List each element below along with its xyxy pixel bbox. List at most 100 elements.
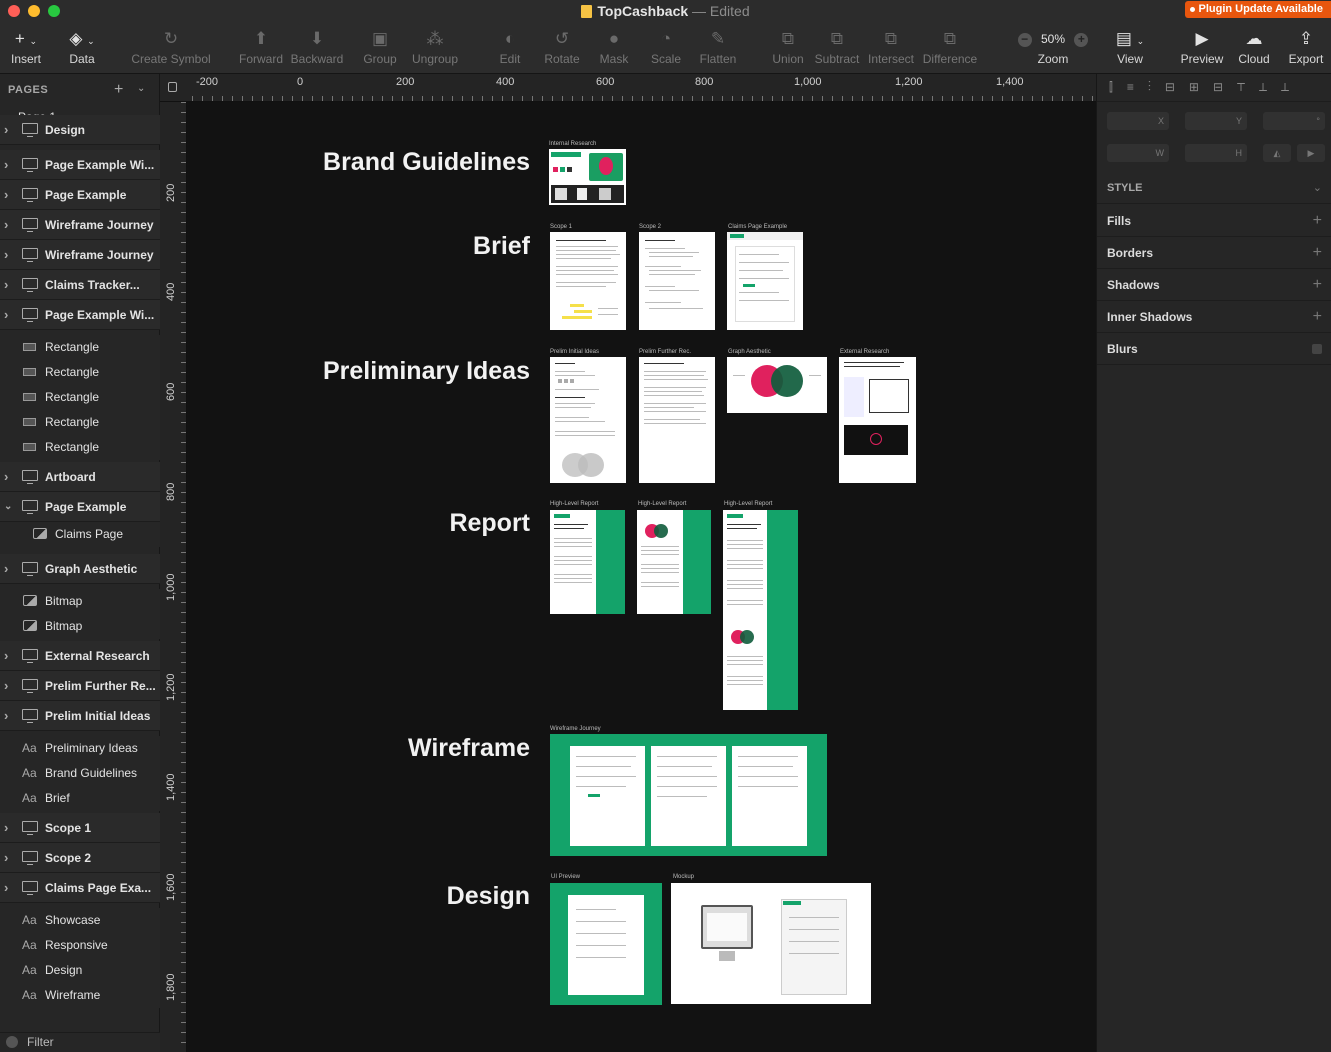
artboard-internal-research[interactable] bbox=[549, 149, 626, 205]
height-field[interactable]: H bbox=[1185, 144, 1247, 162]
lock-icon[interactable] bbox=[168, 82, 177, 92]
export-button[interactable]: ⇪ Export bbox=[1286, 22, 1326, 74]
layer-item[interactable]: Aa Preliminary Ideas bbox=[0, 736, 160, 761]
artboard-label[interactable]: External Research bbox=[840, 349, 889, 355]
layer-item[interactable]: Bitmap bbox=[0, 589, 160, 614]
flip-horizontal-icon[interactable]: ◭ bbox=[1263, 144, 1291, 162]
inner-shadows-row[interactable]: Inner Shadows + bbox=[1097, 301, 1331, 333]
x-field[interactable]: X bbox=[1107, 112, 1169, 130]
layer-item[interactable]: › Page Example Wi... bbox=[0, 300, 160, 330]
chevron-right-icon[interactable]: › bbox=[4, 300, 8, 330]
chevron-right-icon[interactable]: › bbox=[4, 240, 8, 270]
artboard-label[interactable]: High-Level Report bbox=[724, 501, 772, 507]
section-title-brand-guidelines[interactable]: Brand Guidelines bbox=[170, 148, 530, 177]
section-title-report[interactable]: Report bbox=[170, 509, 530, 538]
preview-button[interactable]: ▶ Preview bbox=[1180, 22, 1224, 74]
insert-button[interactable]: + ⌄ Insert bbox=[6, 22, 46, 74]
group-button[interactable]: ▣ Group bbox=[358, 22, 402, 74]
section-title-preliminary-ideas[interactable]: Preliminary Ideas bbox=[170, 357, 530, 386]
layer-item[interactable]: › Claims Tracker... bbox=[0, 270, 160, 300]
difference-button[interactable]: ⧉ Difference bbox=[920, 22, 980, 74]
chevron-right-icon[interactable]: › bbox=[4, 462, 8, 492]
chevron-right-icon[interactable]: › bbox=[4, 270, 8, 300]
chevron-right-icon[interactable]: › bbox=[4, 150, 8, 180]
edit-button[interactable]: ◐ Edit bbox=[492, 22, 528, 74]
backward-button[interactable]: ⬇ Backward bbox=[290, 22, 344, 74]
artboard-mockup[interactable] bbox=[671, 883, 871, 1004]
width-field[interactable]: W bbox=[1107, 144, 1169, 162]
layer-item[interactable]: Aa Responsive bbox=[0, 933, 160, 958]
zoom-out-button[interactable]: − bbox=[1017, 33, 1032, 47]
chevron-right-icon[interactable]: › bbox=[4, 180, 8, 210]
plugin-update-badge[interactable]: Plugin Update Available bbox=[1184, 1, 1331, 18]
artboard-label[interactable]: Wireframe Journey bbox=[550, 726, 601, 732]
artboard-label[interactable]: High-Level Report bbox=[550, 501, 598, 507]
artboard-high-level-report-1[interactable] bbox=[550, 510, 625, 614]
section-title-brief[interactable]: Brief bbox=[170, 232, 530, 261]
align-icons[interactable]: ⫿≡⋮⊟⊞⊟⊤⊥⊥ bbox=[1109, 80, 1303, 95]
y-field[interactable]: Y bbox=[1185, 112, 1247, 130]
artboard-scope-1[interactable] bbox=[550, 232, 626, 330]
cloud-button[interactable]: ☁ Cloud bbox=[1234, 22, 1274, 74]
artboard-label[interactable]: Graph Aesthetic bbox=[728, 349, 771, 355]
filter-field[interactable]: Filter bbox=[0, 1032, 160, 1052]
layer-item[interactable]: › Page Example Wi... bbox=[0, 150, 160, 180]
layer-item[interactable]: › External Research bbox=[0, 641, 160, 671]
layer-item[interactable]: › Prelim Initial Ideas bbox=[0, 701, 160, 731]
flatten-button[interactable]: ✎ Flatten bbox=[696, 22, 740, 74]
artboard-label[interactable]: Scope 1 bbox=[550, 224, 572, 230]
artboard-label[interactable]: Mockup bbox=[673, 874, 694, 880]
artboard-graph-aesthetic[interactable] bbox=[727, 357, 827, 413]
add-page-icon[interactable]: + bbox=[114, 81, 123, 99]
layer-item[interactable]: › Artboard bbox=[0, 462, 160, 492]
layer-item[interactable]: › Page Example bbox=[0, 180, 160, 210]
data-button[interactable]: ◈ ⌄ Data bbox=[60, 22, 104, 74]
style-section-header[interactable]: STYLE ⌄ bbox=[1097, 172, 1331, 204]
layer-item[interactable]: Rectangle bbox=[0, 410, 160, 435]
ungroup-button[interactable]: ⁂ Ungroup bbox=[410, 22, 460, 74]
chevron-right-icon[interactable]: › bbox=[4, 115, 8, 145]
artboard-high-level-report-3[interactable] bbox=[723, 510, 798, 710]
artboard-label[interactable]: High-Level Report bbox=[638, 501, 686, 507]
layer-item[interactable]: › Design bbox=[0, 115, 160, 145]
blurs-row[interactable]: Blurs bbox=[1097, 333, 1331, 365]
forward-button[interactable]: ⬆ Forward bbox=[238, 22, 284, 74]
chevron-down-icon[interactable]: ⌄ bbox=[4, 492, 12, 522]
artboard-high-level-report-2[interactable] bbox=[637, 510, 711, 614]
rotate-button[interactable]: ↺ Rotate bbox=[540, 22, 584, 74]
chevron-right-icon[interactable]: › bbox=[4, 873, 8, 903]
canvas[interactable]: Brand Guidelines Brief Preliminary Ideas… bbox=[188, 102, 1096, 1052]
layer-item[interactable]: Aa Wireframe bbox=[0, 983, 160, 1008]
layer-item[interactable]: Aa Brand Guidelines bbox=[0, 761, 160, 786]
artboard-label[interactable]: UI Preview bbox=[551, 874, 580, 880]
layer-item[interactable]: › Graph Aesthetic bbox=[0, 554, 160, 584]
intersect-button[interactable]: ⧉ Intersect bbox=[866, 22, 916, 74]
chevron-right-icon[interactable]: › bbox=[4, 210, 8, 240]
section-title-design[interactable]: Design bbox=[170, 882, 530, 911]
add-border-icon[interactable]: + bbox=[1313, 237, 1322, 269]
chevron-right-icon[interactable]: › bbox=[4, 813, 8, 843]
artboard-label[interactable]: Prelim Initial Ideas bbox=[550, 349, 599, 355]
layer-item[interactable]: Rectangle bbox=[0, 435, 160, 460]
subtract-button[interactable]: ⧉ Subtract bbox=[812, 22, 862, 74]
layer-item[interactable]: Rectangle bbox=[0, 335, 160, 360]
artboard-wireframe-journey[interactable] bbox=[550, 734, 827, 856]
collapse-pages-icon[interactable]: ⌄ bbox=[137, 83, 145, 94]
union-button[interactable]: ⧉ Union bbox=[768, 22, 808, 74]
artboard-prelim-initial-ideas[interactable] bbox=[550, 357, 626, 483]
artboard-label[interactable]: Internal Research bbox=[549, 141, 596, 147]
layer-item[interactable]: Aa Brief bbox=[0, 786, 160, 811]
add-inner-shadow-icon[interactable]: + bbox=[1313, 301, 1322, 333]
layer-item[interactable]: Bitmap bbox=[0, 614, 160, 639]
chevron-right-icon[interactable]: › bbox=[4, 701, 8, 731]
artboard-ui-preview[interactable] bbox=[550, 883, 662, 1005]
layer-item[interactable]: › Claims Page Exa... bbox=[0, 873, 160, 903]
scale-button[interactable]: ◔ Scale bbox=[646, 22, 686, 74]
artboard-label[interactable]: Scope 2 bbox=[639, 224, 661, 230]
zoom-in-button[interactable]: + bbox=[1074, 33, 1089, 47]
flip-vertical-icon[interactable]: ▶ bbox=[1297, 144, 1325, 162]
artboard-external-research[interactable] bbox=[839, 357, 916, 483]
blur-toggle-checkbox[interactable] bbox=[1312, 344, 1322, 354]
zoom-value[interactable]: 50% bbox=[1041, 32, 1065, 46]
chevron-right-icon[interactable]: › bbox=[4, 554, 8, 584]
